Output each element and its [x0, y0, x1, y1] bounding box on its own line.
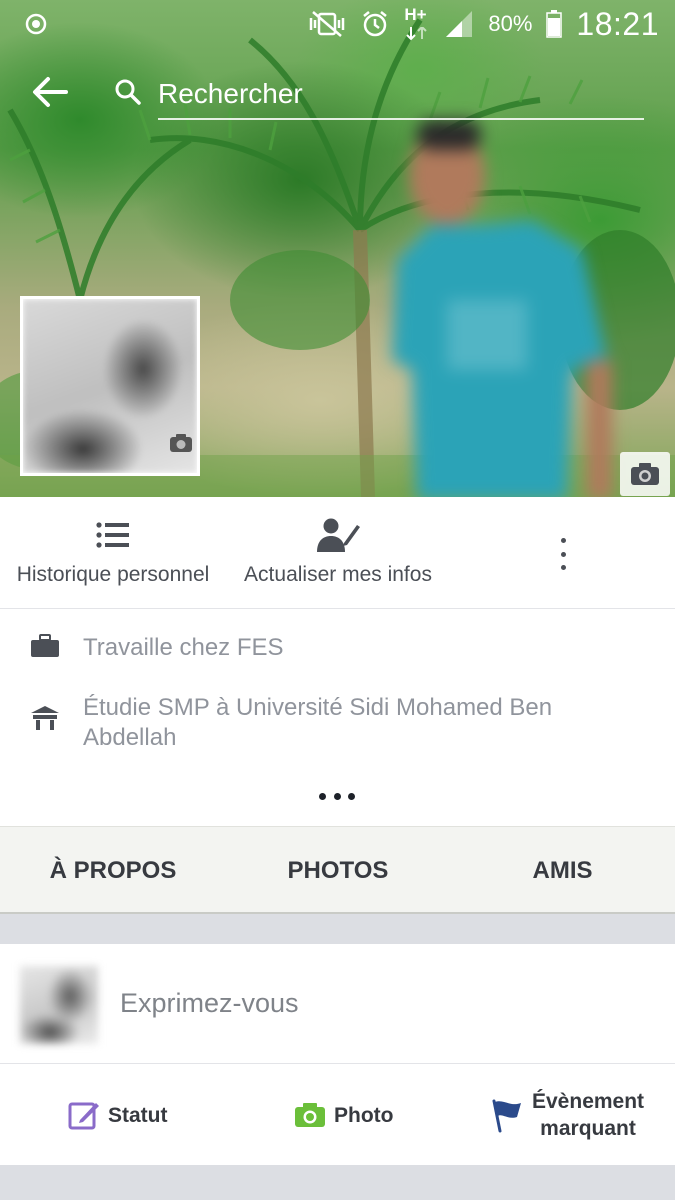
cover-person	[392, 120, 612, 497]
status-time: 18:21	[576, 5, 659, 42]
camera-icon	[631, 463, 659, 485]
network-h-plus-icon: H+	[404, 5, 430, 41]
edit-icon	[68, 1102, 99, 1130]
camera-icon	[295, 1103, 325, 1127]
education-info: Étudie SMP à Université Sidi Mohamed Ben…	[0, 693, 675, 757]
cover-camera-button[interactable]	[620, 452, 670, 496]
event-label-line2: marquant	[540, 1117, 636, 1140]
search-bar	[0, 60, 675, 124]
school-icon	[31, 706, 59, 730]
work-info: Travaille chez FES	[0, 630, 675, 670]
work-text: Travaille chez FES	[83, 634, 284, 661]
photo-label: Photo	[334, 1103, 394, 1127]
status-button[interactable]: Statut	[68, 1065, 168, 1165]
tab-about[interactable]: À PROPOS	[0, 827, 226, 915]
tab-friends[interactable]: AMIS	[450, 827, 675, 915]
more-options-icon[interactable]	[548, 534, 578, 574]
edit-profile-icon	[317, 518, 360, 552]
update-info-button[interactable]: Actualiser mes infos	[230, 497, 446, 609]
battery-icon	[546, 10, 563, 38]
camera-icon[interactable]	[169, 433, 193, 453]
avatar	[20, 966, 98, 1044]
cover-photo[interactable]: H+ 80% 18:21	[0, 0, 675, 497]
alarm-icon	[363, 11, 388, 37]
tab-photos[interactable]: PHOTOS	[226, 827, 450, 915]
section-divider	[0, 1165, 675, 1200]
education-text: Étudie SMP à Université Sidi Mohamed Ben…	[83, 694, 553, 751]
record-icon	[25, 13, 47, 35]
update-info-label: Actualiser mes infos	[244, 563, 432, 586]
section-divider	[0, 914, 675, 944]
search-input[interactable]	[158, 70, 644, 120]
history-button[interactable]: Historique personnel	[6, 497, 220, 609]
signal-icon	[446, 11, 473, 37]
status-bar: H+ 80% 18:21	[0, 0, 675, 48]
composer-prompt[interactable]: Exprimez-vous	[120, 988, 299, 1019]
flag-icon	[492, 1099, 521, 1133]
profile-picture[interactable]	[20, 296, 200, 476]
event-label-line1: Évènement	[532, 1090, 645, 1113]
photo-button[interactable]: Photo	[294, 1065, 393, 1165]
list-icon	[96, 522, 129, 548]
post-actions-row: Statut Photo Évènement marquant	[0, 1065, 675, 1165]
back-arrow-icon[interactable]	[28, 74, 72, 110]
life-event-button[interactable]: Évènement marquant	[490, 1065, 644, 1165]
status-label: Statut	[108, 1103, 168, 1127]
search-icon[interactable]	[114, 78, 142, 106]
status-composer[interactable]: Exprimez-vous	[0, 944, 675, 1064]
briefcase-icon	[31, 634, 59, 657]
vibrate-mute-icon	[310, 11, 345, 37]
history-label: Historique personnel	[16, 563, 210, 586]
more-info-icon[interactable]	[319, 790, 355, 802]
profile-tabs: À PROPOS PHOTOS AMIS	[0, 826, 675, 914]
battery-percent: 80%	[488, 11, 533, 36]
